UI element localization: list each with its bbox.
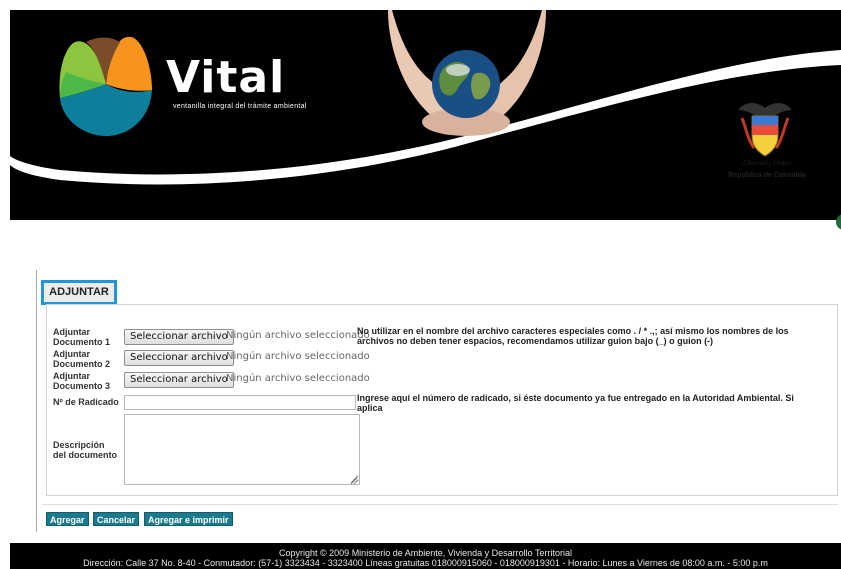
brand-name: Vital <box>166 52 286 103</box>
hands-globe-icon <box>388 10 546 136</box>
label-line: Documento 2 <box>53 359 111 369</box>
label-line: Adjuntar <box>53 327 90 337</box>
document-1-label: Adjuntar Documento 1 <box>53 327 110 347</box>
copyright-text: Copyright © 2009 Ministerio de Ambiente,… <box>279 548 572 558</box>
file-name-help: No utilizar en el nombre del archivo car… <box>357 326 789 346</box>
file-3-status: Ningún archivo seleccionado <box>226 373 370 384</box>
tab-adjuntar[interactable]: ADJUNTAR <box>41 280 117 305</box>
contact-info-text: Dirección: Calle 37 No. 8-40 - Conmutado… <box>83 558 768 568</box>
file-1-status: Ningún archivo seleccionado <box>226 330 370 341</box>
resize-grip-icon[interactable] <box>350 477 358 485</box>
country-name: República de Colombia <box>728 172 806 179</box>
form-divider <box>42 504 838 505</box>
label-line: Descripción <box>53 440 105 450</box>
coat-of-arms-icon <box>738 103 792 157</box>
select-file-2-button[interactable]: Seleccionar archivo <box>124 350 234 366</box>
descripcion-label: Descripción del documento <box>53 440 117 460</box>
help-line: Ingrese aquí el número de radicado, si é… <box>357 393 794 403</box>
label-line: Documento 3 <box>53 381 111 391</box>
descripcion-textarea[interactable] <box>124 414 360 485</box>
select-file-1-button[interactable]: Seleccionar archivo <box>124 329 234 345</box>
add-button[interactable]: Agregar <box>46 512 89 526</box>
label-line: Adjuntar <box>53 371 90 381</box>
green-circle-icon <box>836 214 841 230</box>
help-line: archivos no deben tener espacios, recome… <box>357 336 714 346</box>
document-2-label: Adjuntar Documento 2 <box>53 349 110 369</box>
help-line: No utilizar en el nombre del archivo car… <box>357 326 789 336</box>
radicado-input[interactable] <box>124 395 356 410</box>
header-banner: Vital ventanilla integral del trámite am… <box>10 10 841 190</box>
radicado-label: Nº de Radicado <box>53 397 119 407</box>
radicado-help: Ingrese aquí el número de radicado, si é… <box>357 393 794 413</box>
cancel-button[interactable]: Cancelar <box>93 512 140 526</box>
motto-text: Libertad y Orden <box>742 159 792 167</box>
file-2-status: Ningún archivo seleccionado <box>226 351 370 362</box>
nav-bar <box>10 190 841 220</box>
vital-logo-icon <box>59 36 152 136</box>
help-line: aplica <box>357 403 383 413</box>
add-and-print-button[interactable]: Agregar e imprimir <box>144 512 233 526</box>
brand-tagline: ventanilla integral del trámite ambienta… <box>173 103 307 110</box>
select-file-3-button[interactable]: Seleccionar archivo <box>124 372 234 388</box>
label-line: Adjuntar <box>53 349 90 359</box>
label-line: Documento 1 <box>53 337 111 347</box>
footer: Copyright © 2009 Ministerio de Ambiente,… <box>10 543 841 569</box>
label-line: del documento <box>53 450 118 460</box>
document-3-label: Adjuntar Documento 3 <box>53 371 110 391</box>
